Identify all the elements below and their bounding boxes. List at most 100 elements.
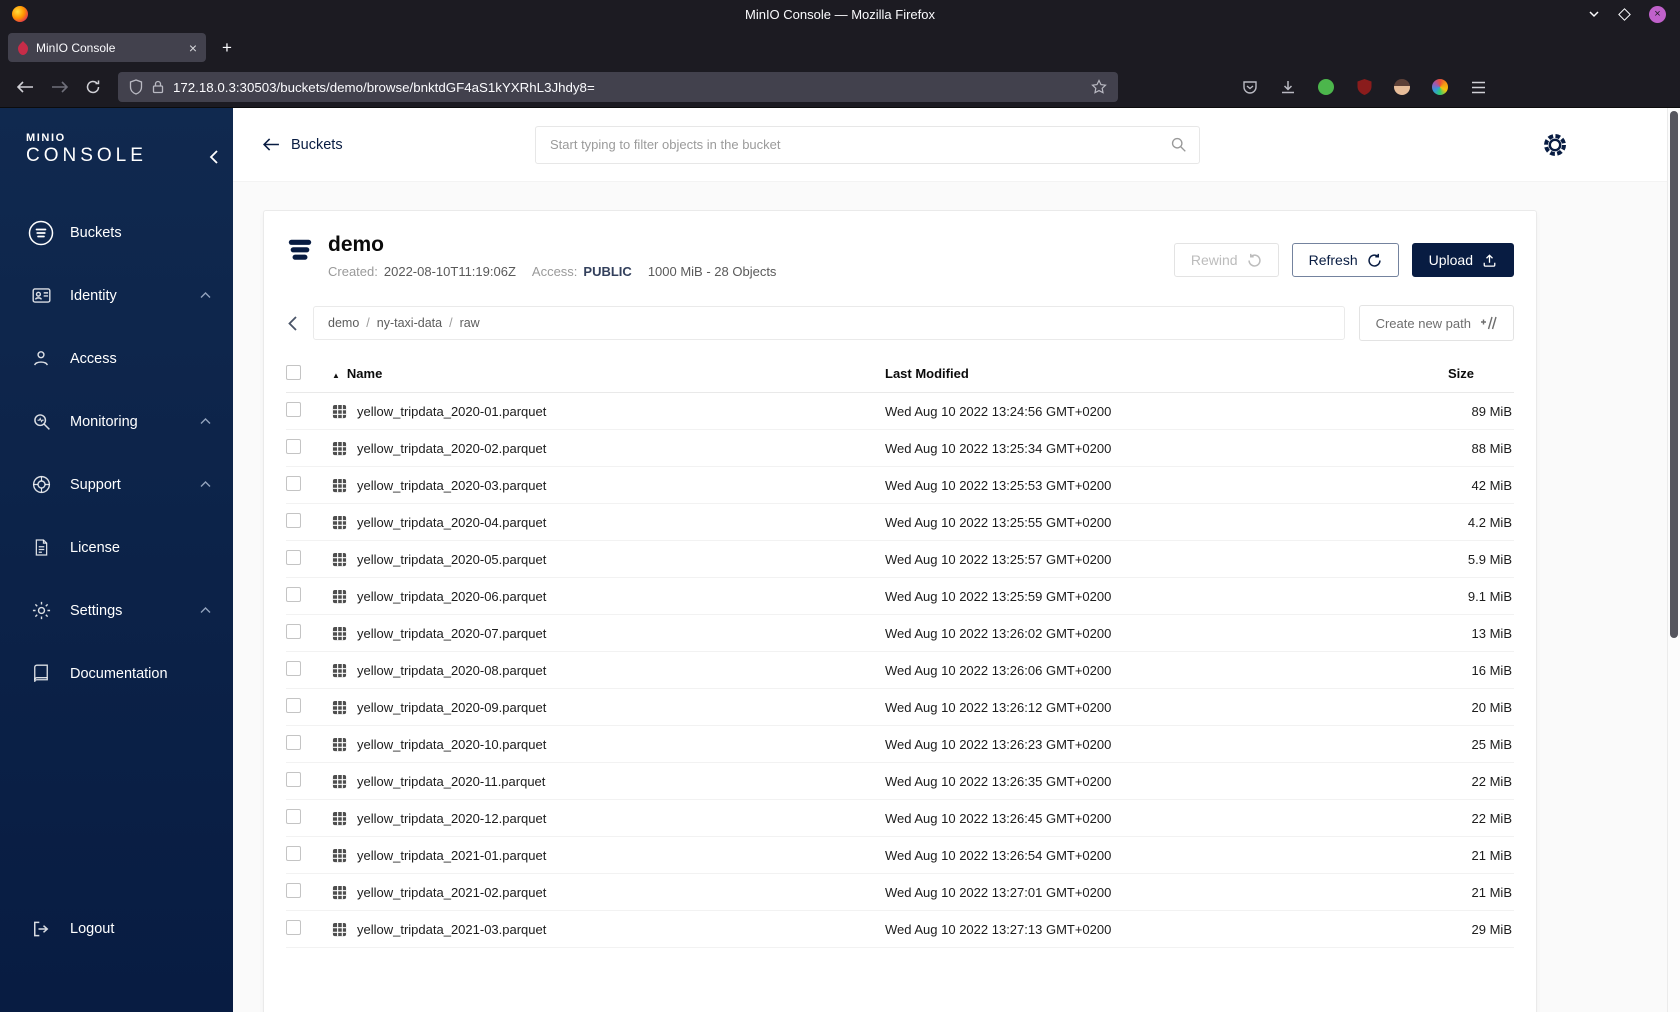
account-icon[interactable] bbox=[1388, 73, 1416, 101]
tab-close-icon[interactable]: × bbox=[189, 40, 197, 56]
table-row[interactable]: yellow_tripdata_2020-01.parquet Wed Aug … bbox=[286, 393, 1514, 430]
shield-icon[interactable] bbox=[129, 79, 143, 95]
back-button[interactable] bbox=[10, 73, 40, 101]
object-name[interactable]: yellow_tripdata_2020-07.parquet bbox=[357, 626, 546, 641]
sidebar-item-buckets[interactable]: Buckets bbox=[0, 201, 233, 264]
page-header: Buckets bbox=[233, 108, 1680, 182]
object-name[interactable]: yellow_tripdata_2020-11.parquet bbox=[357, 774, 545, 789]
chevron-up-icon bbox=[200, 418, 211, 425]
row-checkbox[interactable] bbox=[286, 513, 301, 528]
table-row[interactable]: yellow_tripdata_2021-02.parquet Wed Aug … bbox=[286, 874, 1514, 911]
rewind-button: Rewind bbox=[1173, 243, 1279, 277]
pocket-icon[interactable] bbox=[1236, 73, 1264, 101]
object-name[interactable]: yellow_tripdata_2021-01.parquet bbox=[357, 848, 546, 863]
row-checkbox[interactable] bbox=[286, 587, 301, 602]
table-row[interactable]: yellow_tripdata_2020-09.parquet Wed Aug … bbox=[286, 689, 1514, 726]
object-name[interactable]: yellow_tripdata_2020-01.parquet bbox=[357, 404, 546, 419]
row-checkbox[interactable] bbox=[286, 439, 301, 454]
bucket-name: demo bbox=[328, 233, 385, 256]
table-row[interactable]: yellow_tripdata_2020-02.parquet Wed Aug … bbox=[286, 430, 1514, 467]
sidebar-item-identity[interactable]: Identity bbox=[0, 264, 233, 327]
table-row[interactable]: yellow_tripdata_2020-10.parquet Wed Aug … bbox=[286, 726, 1514, 763]
row-checkbox[interactable] bbox=[286, 735, 301, 750]
scrollbar-thumb[interactable] bbox=[1670, 111, 1678, 638]
minimize-button[interactable] bbox=[1588, 10, 1600, 18]
object-name[interactable]: yellow_tripdata_2020-03.parquet bbox=[357, 478, 546, 493]
path-back-button[interactable] bbox=[286, 312, 299, 335]
select-all-checkbox[interactable] bbox=[286, 364, 301, 380]
forward-button[interactable] bbox=[44, 73, 74, 101]
row-checkbox[interactable] bbox=[286, 772, 301, 787]
extension-star-icon[interactable] bbox=[1426, 73, 1454, 101]
create-new-path-button[interactable]: Create new path bbox=[1358, 305, 1514, 341]
object-name[interactable]: yellow_tripdata_2020-10.parquet bbox=[357, 737, 546, 752]
sidebar-item-support[interactable]: Support bbox=[0, 453, 233, 516]
maximize-button[interactable] bbox=[1618, 7, 1631, 21]
row-checkbox[interactable] bbox=[286, 661, 301, 676]
refresh-button[interactable]: Refresh bbox=[1291, 243, 1399, 277]
breadcrumb-segment[interactable]: raw bbox=[460, 316, 480, 330]
search-input[interactable] bbox=[535, 125, 1200, 164]
bucket-info: demo Created: 2022-08-10T11:19:06Z Acces… bbox=[328, 233, 776, 279]
sidebar-item-license[interactable]: License bbox=[0, 516, 233, 579]
upload-button[interactable]: Upload bbox=[1411, 243, 1514, 277]
sidebar-item-access[interactable]: Access bbox=[0, 327, 233, 390]
object-size: 88 MiB bbox=[1471, 440, 1512, 456]
bookmark-star-icon[interactable] bbox=[1091, 79, 1107, 95]
row-checkbox[interactable] bbox=[286, 809, 301, 824]
object-name[interactable]: yellow_tripdata_2020-08.parquet bbox=[357, 663, 546, 678]
reload-button[interactable] bbox=[78, 73, 108, 101]
object-name[interactable]: yellow_tripdata_2021-02.parquet bbox=[357, 885, 546, 900]
table-row[interactable]: yellow_tripdata_2020-12.parquet Wed Aug … bbox=[286, 800, 1514, 837]
sidebar-item-logout[interactable]: Logout bbox=[0, 897, 233, 960]
tab-minio-console[interactable]: MinIO Console × bbox=[8, 33, 206, 62]
table-row[interactable]: yellow_tripdata_2020-05.parquet Wed Aug … bbox=[286, 541, 1514, 578]
sidebar-item-documentation[interactable]: Documentation bbox=[0, 642, 233, 705]
object-size: 89 MiB bbox=[1471, 403, 1512, 419]
row-checkbox[interactable] bbox=[286, 476, 301, 491]
sidebar-item-monitoring[interactable]: Monitoring bbox=[0, 390, 233, 453]
settings-gear-icon[interactable] bbox=[1542, 132, 1568, 158]
back-to-buckets-link[interactable]: Buckets bbox=[263, 137, 535, 153]
sidebar-collapse-button[interactable] bbox=[209, 150, 218, 169]
object-name[interactable]: yellow_tripdata_2020-09.parquet bbox=[357, 700, 546, 715]
table-row[interactable]: yellow_tripdata_2020-07.parquet Wed Aug … bbox=[286, 615, 1514, 652]
object-name[interactable]: yellow_tripdata_2020-12.parquet bbox=[357, 811, 546, 826]
ublock-icon[interactable] bbox=[1350, 73, 1378, 101]
extension-green-icon[interactable] bbox=[1312, 73, 1340, 101]
table-row[interactable]: yellow_tripdata_2020-08.parquet Wed Aug … bbox=[286, 652, 1514, 689]
object-name[interactable]: yellow_tripdata_2021-03.parquet bbox=[357, 922, 546, 937]
breadcrumb-segment[interactable]: ny-taxi-data bbox=[377, 316, 442, 330]
object-name[interactable]: yellow_tripdata_2020-06.parquet bbox=[357, 589, 546, 604]
column-last-modified[interactable]: Last Modified bbox=[885, 366, 1404, 381]
sidebar-item-settings[interactable]: Settings bbox=[0, 579, 233, 642]
column-name[interactable]: Name bbox=[347, 366, 382, 381]
row-checkbox[interactable] bbox=[286, 624, 301, 639]
close-button[interactable]: × bbox=[1649, 5, 1666, 23]
column-size[interactable]: Size bbox=[1404, 366, 1514, 381]
url-input[interactable] bbox=[173, 79, 1082, 95]
sort-asc-icon[interactable]: ▲ bbox=[332, 371, 340, 380]
url-bar[interactable] bbox=[118, 72, 1118, 102]
lock-icon[interactable] bbox=[152, 80, 164, 94]
table-row[interactable]: yellow_tripdata_2020-03.parquet Wed Aug … bbox=[286, 467, 1514, 504]
row-checkbox[interactable] bbox=[286, 550, 301, 565]
table-row[interactable]: yellow_tripdata_2020-04.parquet Wed Aug … bbox=[286, 504, 1514, 541]
table-row[interactable]: yellow_tripdata_2021-03.parquet Wed Aug … bbox=[286, 911, 1514, 948]
object-name[interactable]: yellow_tripdata_2020-02.parquet bbox=[357, 441, 546, 456]
row-checkbox[interactable] bbox=[286, 698, 301, 713]
new-tab-button[interactable]: + bbox=[214, 35, 240, 61]
downloads-icon[interactable] bbox=[1274, 73, 1302, 101]
table-row[interactable]: yellow_tripdata_2020-06.parquet Wed Aug … bbox=[286, 578, 1514, 615]
breadcrumb-segment[interactable]: demo bbox=[328, 316, 359, 330]
object-name[interactable]: yellow_tripdata_2020-04.parquet bbox=[357, 515, 546, 530]
object-name[interactable]: yellow_tripdata_2020-05.parquet bbox=[357, 552, 546, 567]
row-checkbox[interactable] bbox=[286, 402, 301, 417]
row-checkbox[interactable] bbox=[286, 920, 301, 935]
menu-icon[interactable] bbox=[1464, 73, 1492, 101]
scrollbar-track[interactable] bbox=[1667, 108, 1680, 1012]
row-checkbox[interactable] bbox=[286, 883, 301, 898]
table-row[interactable]: yellow_tripdata_2020-11.parquet Wed Aug … bbox=[286, 763, 1514, 800]
row-checkbox[interactable] bbox=[286, 846, 301, 861]
table-row[interactable]: yellow_tripdata_2021-01.parquet Wed Aug … bbox=[286, 837, 1514, 874]
